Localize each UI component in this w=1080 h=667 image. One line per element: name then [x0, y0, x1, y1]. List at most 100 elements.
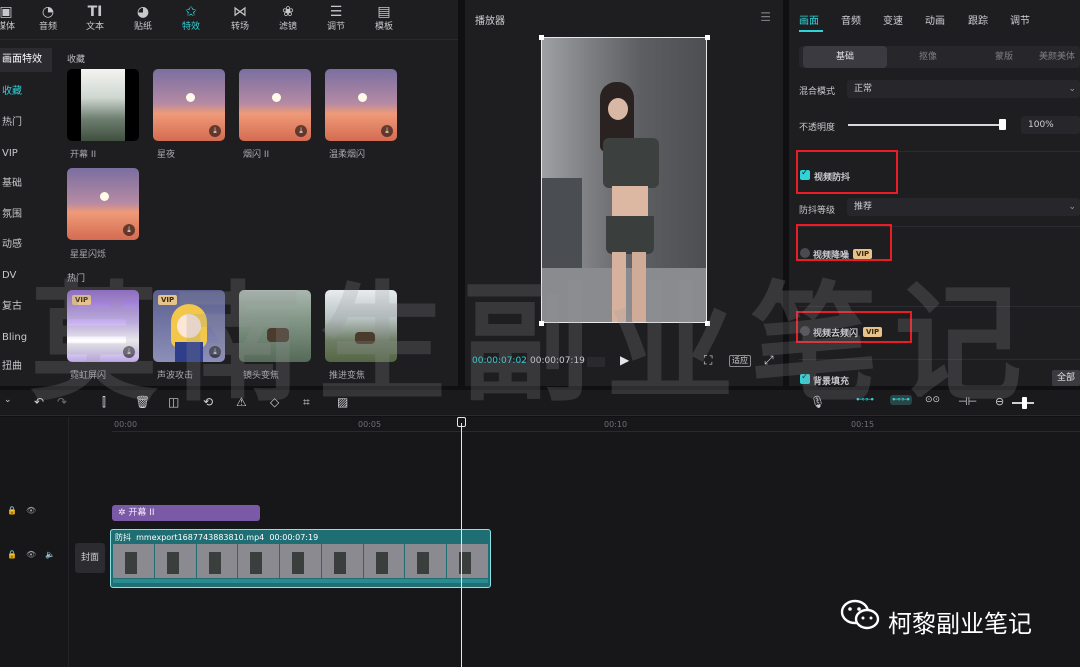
download-icon[interactable]: ⤓ [209, 125, 221, 137]
apply-all-button[interactable]: 全部 [1052, 370, 1080, 386]
link-icon[interactable]: ⊙⊙ [925, 395, 940, 405]
deer-shape [355, 332, 375, 344]
reverse-icon[interactable]: ⟲ [203, 395, 213, 409]
effect-thumb-star-twinkle[interactable]: ⤓ [67, 168, 139, 240]
preview-axis-icon[interactable]: ⊣⊢ [958, 395, 977, 408]
text-icon: TI [87, 4, 103, 20]
effect-label: 星星闪烁 [70, 250, 107, 260]
toolbar-template[interactable]: ▤ 模板 [362, 3, 406, 33]
menu-icon[interactable]: ☰ [760, 10, 771, 24]
category-dv[interactable]: DV [0, 264, 52, 288]
toolbar-adjust[interactable]: ☰ 调节 [314, 3, 358, 33]
subtab-mask[interactable]: 蒙版 [969, 46, 1039, 68]
auto-snap-icon[interactable]: ⊷⊶ [890, 395, 912, 405]
subtab-keying[interactable]: 抠像 [893, 46, 963, 68]
split-icon[interactable]: ⫿ [102, 395, 106, 410]
timeline-scrub[interactable] [587, 357, 605, 367]
effect-thumb-starry-night[interactable]: ⤓ [153, 69, 225, 141]
tab-adjust[interactable]: 调节 [1010, 12, 1030, 27]
download-icon[interactable]: ⤓ [123, 346, 135, 358]
category-hot[interactable]: 热门 [0, 111, 52, 135]
microphone-icon[interactable]: 🎙 [810, 395, 825, 409]
expand-icon[interactable]: ⤢ [764, 353, 774, 368]
delete-icon[interactable]: 🗑 [135, 395, 150, 409]
freeze-icon[interactable]: ◫ [168, 395, 179, 409]
effect-thumb-lens-zoom[interactable] [239, 290, 311, 362]
toolbar-effects[interactable]: ✩ 特效 [169, 3, 213, 33]
chevron-down-icon[interactable]: ⌄ [4, 395, 12, 405]
anime-outfit [175, 342, 203, 362]
opacity-input[interactable]: 100% [1021, 116, 1080, 134]
speaker-icon[interactable]: 🔈 [45, 550, 55, 559]
tab-tracking[interactable]: 跟踪 [968, 12, 988, 27]
playhead[interactable] [461, 423, 462, 667]
category-ambience[interactable]: 氛围 [0, 203, 52, 227]
eye-icon[interactable]: 👁 [26, 550, 36, 559]
category-dynamic[interactable]: 动感 [0, 233, 52, 257]
resize-handle[interactable] [539, 321, 544, 326]
effect-thumb-gentle-smoke[interactable]: ⤓ [325, 69, 397, 141]
effect-thumb-sonic-attack[interactable]: VIP ⤓ [153, 290, 225, 362]
video-clip-duration: 00:00:07:19 [269, 533, 319, 542]
stabilize-level-select[interactable]: 推荐 ⌄ [847, 198, 1080, 216]
bg-fill-checkbox[interactable] [800, 372, 810, 384]
rotate-icon[interactable]: ◇ [270, 395, 279, 409]
favorites-title: 收藏 [67, 55, 86, 65]
download-icon[interactable]: ⤓ [295, 125, 307, 137]
deer-shape [267, 328, 289, 342]
category-favorites[interactable]: 收藏 [0, 80, 52, 104]
download-icon[interactable]: ⤓ [123, 224, 135, 236]
tab-picture[interactable]: 画面 [799, 12, 819, 27]
effect-thumb-opening[interactable] [67, 69, 139, 141]
category-distort[interactable]: 扭曲 [0, 355, 52, 379]
category-retro[interactable]: 复古 [0, 295, 52, 319]
category-screen-effects[interactable]: 画面特效 [0, 48, 52, 72]
effects-panel: ▣ 媒体 ◔ 音频 TI 文本 ◕ 贴纸 ✩ 特效 ⋈ 转场 ❀ 滤镜 ☰ 调节 ▤ 模板 画面特… [0, 0, 458, 386]
download-icon[interactable]: ⤓ [209, 346, 221, 358]
mirror-icon[interactable]: ⚠ [236, 395, 247, 409]
tab-speed[interactable]: 变速 [883, 12, 903, 27]
subtab-beauty[interactable]: 美颜美体 [1039, 46, 1080, 68]
undo-icon[interactable]: ↶ [34, 395, 44, 409]
video-preview[interactable] [541, 37, 707, 323]
zoom-slider-thumb[interactable] [1022, 397, 1027, 409]
resize-handle[interactable] [705, 321, 710, 326]
opacity-slider-thumb[interactable] [999, 119, 1006, 130]
play-icon[interactable]: ▶ [620, 353, 629, 367]
toolbar-filter[interactable]: ❀ 滤镜 [266, 3, 310, 33]
tab-audio[interactable]: 音频 [841, 12, 861, 27]
effect-thumb-push-zoom[interactable] [325, 290, 397, 362]
tab-animation[interactable]: 动画 [925, 12, 945, 27]
lock-icon[interactable]: 🔒 [7, 506, 17, 515]
timeline-toolbar: ⌄ ↶ ↷ ⫿ 🗑 ◫ ⟲ ⚠ ◇ ⌗ ▨ 🎙 ⊷⊶ ⊷⊶ ⊙⊙ ⊣⊢ ⊖ [0, 390, 1080, 416]
zoom-out-icon[interactable]: ⊖ [995, 395, 1004, 408]
subtab-basic[interactable]: 基础 [803, 46, 887, 68]
download-icon[interactable]: ⤓ [381, 125, 393, 137]
cover-button[interactable]: 封面 [75, 543, 105, 573]
category-basic[interactable]: 基础 [0, 172, 52, 196]
video-clip[interactable]: 防抖 mmexport1687743883810.mp4 00:00:07:19 [110, 529, 491, 588]
toolbar-transition[interactable]: ⋈ 转场 [218, 3, 262, 33]
ratio-button[interactable]: 适应 [729, 355, 751, 367]
opacity-slider-track[interactable] [848, 124, 1002, 126]
toolbar-media[interactable]: ▣ 媒体 [0, 3, 28, 33]
toolbar-sticker[interactable]: ◕ 贴纸 [121, 3, 165, 33]
fullscreen-crop-icon[interactable]: ⛶ [704, 353, 712, 368]
category-bling[interactable]: Bling [0, 326, 52, 350]
blend-mode-select[interactable]: 正常 ⌄ [847, 80, 1080, 98]
moon-icon [358, 93, 367, 102]
image-icon[interactable]: ▨ [337, 395, 348, 409]
effect-thumb-smoke-flash[interactable]: ⤓ [239, 69, 311, 141]
crop-icon[interactable]: ⌗ [303, 395, 310, 410]
effect-clip[interactable]: ✲ 开幕 II [112, 505, 260, 521]
effect-thumb-neon-flash[interactable]: VIP ⤓ [67, 290, 139, 362]
category-vip[interactable]: VIP [0, 142, 52, 166]
toolbar-text[interactable]: TI 文本 [73, 3, 117, 33]
resize-handle[interactable] [705, 35, 710, 40]
audio-icon: ◔ [41, 4, 55, 20]
eye-icon[interactable]: 👁 [26, 506, 36, 515]
main-track-magnet-icon[interactable]: ⊷⊶ [856, 395, 874, 405]
toolbar-audio[interactable]: ◔ 音频 [26, 3, 70, 33]
resize-handle[interactable] [539, 35, 544, 40]
lock-icon[interactable]: 🔒 [7, 550, 17, 559]
